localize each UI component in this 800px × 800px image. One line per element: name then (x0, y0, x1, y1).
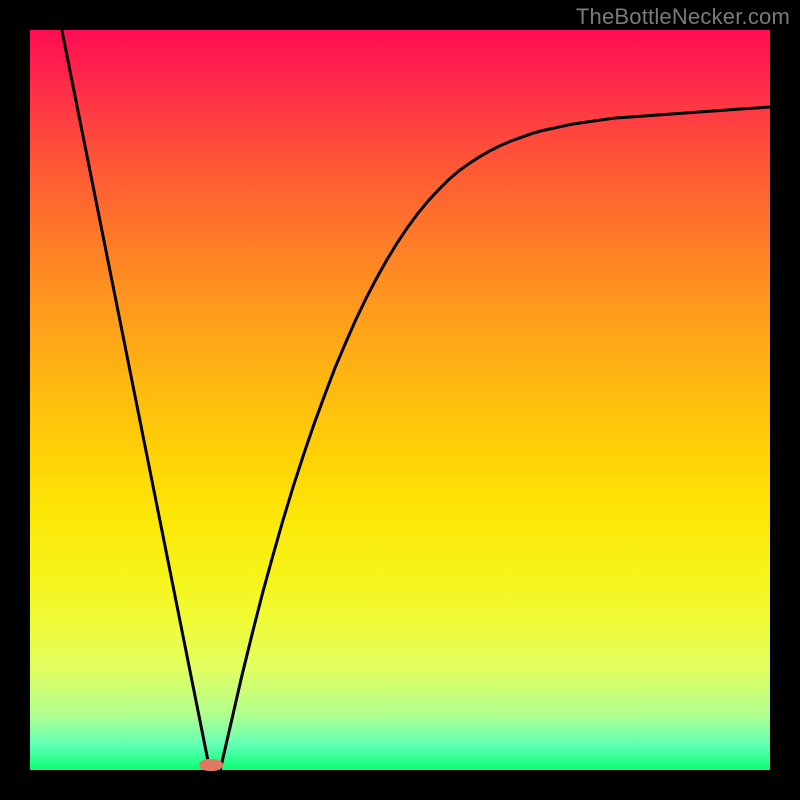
curve-left-branch (62, 30, 210, 770)
attribution-text: TheBottleNecker.com (576, 4, 790, 30)
chart-plot-area (30, 30, 770, 770)
curve-right-branch (220, 107, 770, 770)
chart-curve-svg (30, 30, 770, 770)
trough-marker (199, 759, 223, 771)
